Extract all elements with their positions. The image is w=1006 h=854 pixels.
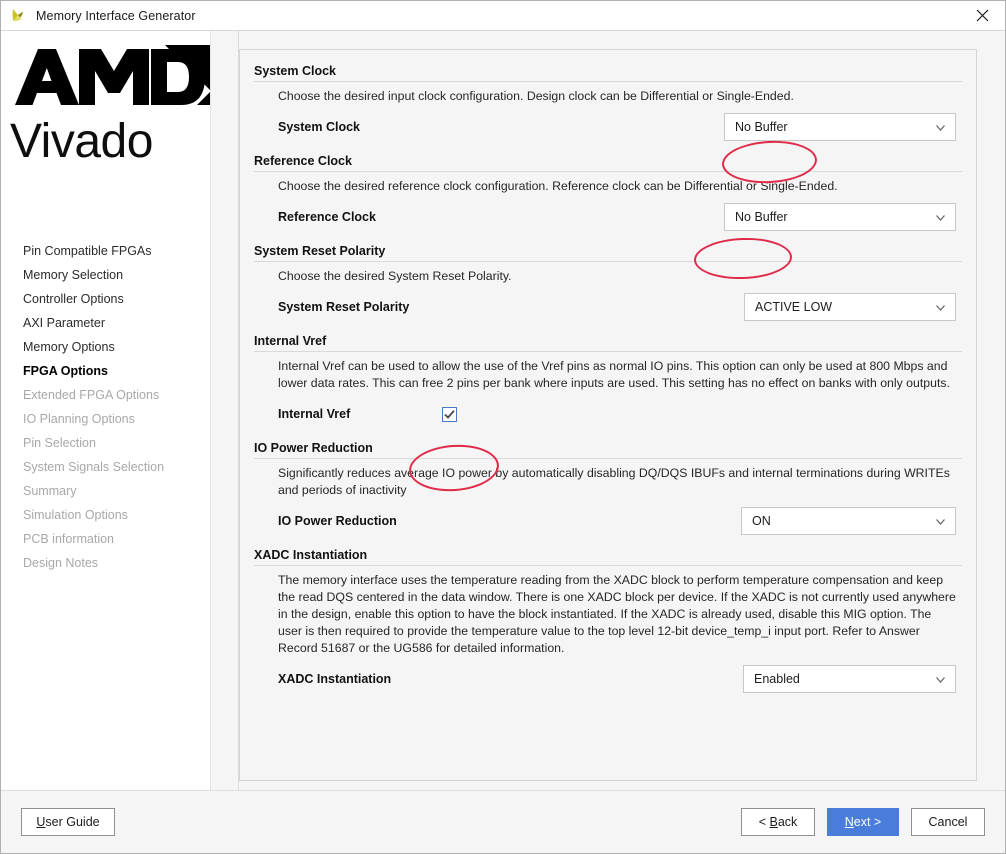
next-label: Next >: [844, 815, 882, 829]
section-io-power-reduction: IO Power Reduction Significantly reduces…: [248, 437, 962, 536]
sidebar-item-design-notes: Design Notes: [23, 556, 99, 570]
xadc-instantiation-row: XADC Instantiation Enabled: [278, 664, 956, 694]
section-system-reset-polarity: System Reset Polarity Choose the desired…: [248, 240, 962, 322]
sidebar-divider: [211, 31, 239, 790]
section-reference-clock: Reference Clock Choose the desired refer…: [248, 150, 962, 232]
sidebar-item-memory-selection[interactable]: Memory Selection: [1, 263, 210, 287]
section-xadc-instantiation: XADC Instantiation The memory interface …: [248, 544, 962, 694]
section-description: Choose the desired System Reset Polarity…: [278, 269, 512, 283]
io-power-reduction-value: ON: [752, 514, 771, 528]
system-reset-polarity-label: System Reset Polarity: [278, 300, 410, 314]
product-name: Vivado: [10, 115, 153, 160]
user-guide-label: User Guide: [36, 815, 100, 829]
internal-vref-label: Internal Vref: [278, 407, 351, 421]
section-rule: [254, 81, 962, 82]
next-button[interactable]: Next >: [827, 808, 899, 836]
sidebar-item-extended-fpga-options: Extended FPGA Options: [23, 388, 160, 402]
close-icon[interactable]: [959, 1, 1005, 30]
sidebar-item-memory-options[interactable]: Memory Options: [1, 335, 210, 359]
sidebar-item-simulation-options: Simulation Options: [23, 508, 128, 522]
section-heading: IO Power Reduction: [254, 441, 373, 455]
window-title: Memory Interface Generator: [36, 8, 196, 23]
main-content: System Clock Choose the desired input cl…: [239, 31, 1005, 790]
section-heading: System Clock: [254, 64, 336, 78]
internal-vref-checkbox[interactable]: [442, 406, 458, 422]
cancel-button[interactable]: Cancel: [911, 808, 985, 836]
sidebar-item-system-signals-selection: System Signals Selection: [23, 460, 165, 474]
sidebar-item-io-planning-options: IO Planning Options: [23, 412, 135, 426]
section-rule: [254, 171, 962, 172]
sidebar-item-pcb-information: PCB information: [23, 532, 115, 546]
sidebar-item-pin-compatible-fpgas[interactable]: Pin Compatible FPGAs: [1, 239, 210, 263]
dialog-footer: User Guide < Back Next > Cancel: [1, 790, 1005, 853]
sidebar-item-fpga-options[interactable]: FPGA Options: [1, 359, 210, 383]
system-clock-label: System Clock: [278, 120, 360, 134]
sidebar: Vivado Pin Compatible FPGAs Memory Select…: [1, 31, 211, 790]
system-reset-polarity-row: System Reset Polarity ACTIVE LOW: [278, 292, 956, 322]
io-power-reduction-combo[interactable]: ON: [741, 507, 956, 535]
section-description: Choose the desired reference clock confi…: [278, 179, 838, 193]
chevron-down-icon: [936, 676, 945, 683]
section-description: Internal Vref can be used to allow the u…: [278, 359, 950, 390]
sidebar-item-pin-selection: Pin Selection: [23, 436, 96, 450]
branding-logo: Vivado: [1, 31, 210, 160]
sidebar-item-controller-options[interactable]: Controller Options: [1, 287, 210, 311]
user-guide-button[interactable]: User Guide: [21, 808, 115, 836]
io-power-reduction-label: IO Power Reduction: [278, 514, 397, 528]
section-rule: [254, 565, 962, 566]
chevron-down-icon: [936, 304, 945, 311]
chevron-down-icon: [936, 124, 945, 131]
sidebar-nav: Pin Compatible FPGAs Memory Selection Cont…: [1, 239, 210, 575]
system-clock-row: System Clock No Buffer: [278, 112, 956, 142]
system-clock-combo[interactable]: No Buffer: [724, 113, 956, 141]
xadc-instantiation-value: Enabled: [754, 672, 800, 686]
internal-vref-row: Internal Vref: [278, 399, 956, 429]
sidebar-item-summary: Summary: [23, 484, 77, 498]
memory-interface-generator-window: Memory Interface Generator Vivado Pin Co…: [0, 0, 1006, 854]
amd-logo-icon: [15, 45, 210, 105]
check-icon: [444, 409, 455, 419]
section-heading: System Reset Polarity: [254, 244, 386, 258]
section-internal-vref: Internal Vref Internal Vref can be used …: [248, 330, 962, 429]
back-label: < Back: [758, 815, 798, 829]
section-description: Significantly reduces average IO power b…: [278, 466, 950, 497]
window-body: Vivado Pin Compatible FPGAs Memory Select…: [1, 31, 1005, 790]
reference-clock-row: Reference Clock No Buffer: [278, 202, 956, 232]
chevron-down-icon: [936, 518, 945, 525]
vivado-logo-icon: [12, 9, 23, 22]
io-power-reduction-row: IO Power Reduction ON: [278, 506, 956, 536]
xadc-instantiation-label: XADC Instantiation: [278, 672, 392, 686]
xadc-instantiation-combo[interactable]: Enabled: [743, 665, 956, 693]
section-system-clock: System Clock Choose the desired input cl…: [248, 60, 962, 142]
fpga-options-panel: System Clock Choose the desired input cl…: [239, 49, 977, 781]
reference-clock-label: Reference Clock: [278, 210, 376, 224]
title-bar: Memory Interface Generator: [1, 1, 1005, 31]
section-heading: XADC Instantiation: [254, 548, 368, 562]
section-rule: [254, 261, 962, 262]
chevron-down-icon: [936, 214, 945, 221]
system-clock-value: No Buffer: [735, 120, 788, 134]
section-heading: Reference Clock: [254, 154, 352, 168]
section-description: The memory interface uses the temperatur…: [278, 573, 956, 655]
reference-clock-combo[interactable]: No Buffer: [724, 203, 956, 231]
back-button[interactable]: < Back: [741, 808, 815, 836]
system-reset-polarity-value: ACTIVE LOW: [755, 300, 833, 314]
system-reset-polarity-combo[interactable]: ACTIVE LOW: [744, 293, 956, 321]
section-heading: Internal Vref: [254, 334, 327, 348]
reference-clock-value: No Buffer: [735, 210, 788, 224]
section-rule: [254, 458, 962, 459]
section-description: Choose the desired input clock configura…: [278, 89, 794, 103]
sidebar-item-axi-parameter[interactable]: AXI Parameter: [1, 311, 210, 335]
section-rule: [254, 351, 962, 352]
